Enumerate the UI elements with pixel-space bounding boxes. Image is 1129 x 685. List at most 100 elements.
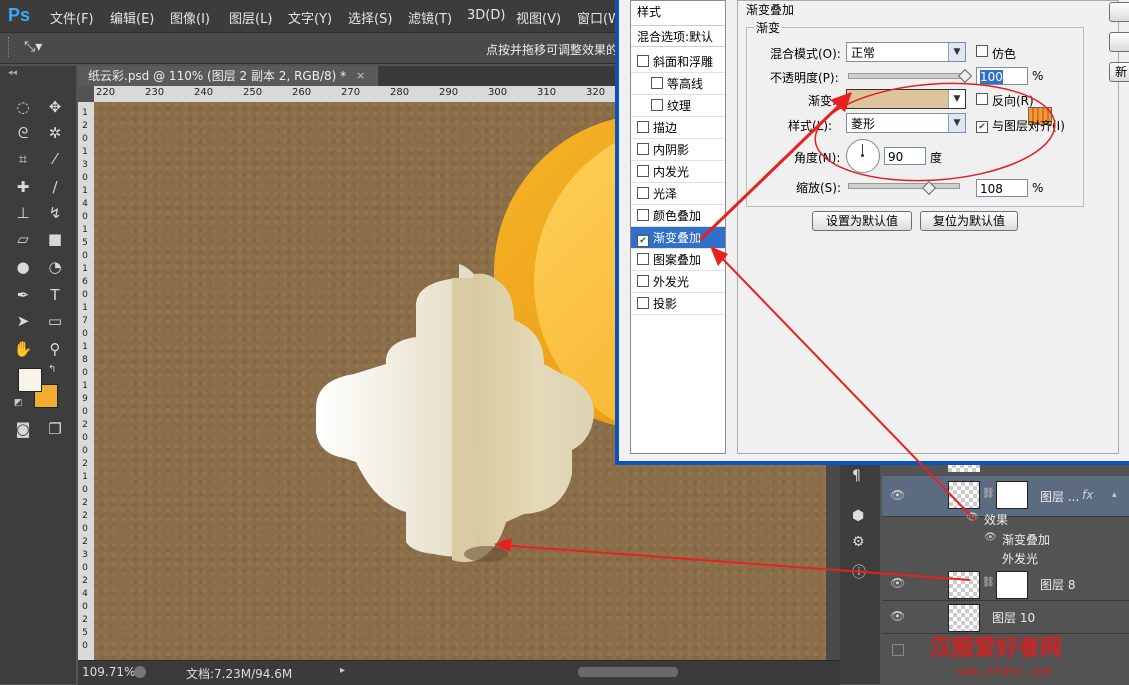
style-item[interactable]: 内发光 [631,161,725,183]
checkbox-icon[interactable] [651,99,663,111]
checkbox-icon[interactable] [637,55,649,67]
new-style-button[interactable]: 新 [1109,62,1129,82]
move-tool-icon[interactable]: ✥ [44,96,66,118]
paragraph-icon[interactable]: ¶ [852,468,861,484]
checkbox-icon[interactable] [637,209,649,221]
layer-row[interactable]: 👁 ⛓ 图层 8 [882,568,1129,601]
3d-cube-icon[interactable]: ⬢ [852,508,864,524]
angle-input[interactable]: 90 [884,147,926,165]
checkbox-icon[interactable] [637,253,649,265]
lasso-tool-icon[interactable]: ᘓ [12,122,34,144]
checkbox-icon[interactable] [637,165,649,177]
menu-filter[interactable]: 滤镜(T) [408,8,452,27]
info-panel-icon[interactable]: ⓘ [852,562,866,582]
link-icon[interactable]: ⛓ [982,488,995,499]
style-item[interactable]: ✔ 渐变叠加 [631,227,725,249]
visibility-eye-icon[interactable]: 👁 [890,576,905,590]
screen-mode-icon[interactable]: ❐ [44,418,66,440]
menu-3d[interactable]: 3D(D) [467,8,505,23]
gradient-picker[interactable]: ▼ [846,89,966,109]
effect-gradient-overlay[interactable]: 渐变叠加 [1002,531,1050,548]
horizontal-scrollbar-thumb[interactable] [578,667,678,677]
effect-eye-icon[interactable]: 👁 [984,532,997,543]
reset-default-button[interactable]: 复位为默认值 [920,211,1018,231]
styles-header[interactable]: 样式 [631,1,725,23]
3d-settings-icon[interactable]: ⚙ [852,534,865,550]
style-item[interactable]: 纹理 [631,95,725,117]
style-item[interactable]: 斜面和浮雕 [631,51,725,73]
zoom-tool-icon[interactable]: ⚲ [44,338,66,360]
close-icon[interactable]: × [356,66,368,86]
eyedropper-icon[interactable]: ⁄ [44,148,66,170]
visibility-toggle[interactable] [892,644,904,656]
magic-wand-icon[interactable]: ✲ [44,122,66,144]
checkbox-icon[interactable] [651,77,663,89]
effect-outer-glow[interactable]: 外发光 [1002,550,1038,567]
menu-file[interactable]: 文件(F) [50,8,94,27]
align-with-layer-checkbox[interactable]: ✔ [976,117,992,133]
document-tab[interactable]: 纸云彩.psd @ 110% (图层 2 副本 2, RGB/8) * [78,66,378,86]
status-menu-arrow-icon[interactable]: ▸ [340,665,345,676]
menu-select[interactable]: 选择(S) [348,8,392,27]
set-default-button[interactable]: 设置为默认值 [812,211,912,231]
checkbox-icon[interactable] [637,121,649,133]
style-item[interactable]: 外发光 [631,271,725,293]
scale-input[interactable]: 108 [976,179,1028,197]
menu-image[interactable]: 图像(I) [170,8,210,27]
style-item[interactable]: 投影 [631,293,725,315]
checkbox-icon[interactable] [637,297,649,309]
blend-options-item[interactable]: 混合选项:默认 [631,25,725,47]
angle-dial[interactable] [846,139,880,173]
path-select-icon[interactable]: ➤ [12,310,34,332]
type-tool-icon[interactable]: T [44,284,66,306]
menu-layer[interactable]: 图层(L) [229,8,272,27]
healing-brush-icon[interactable]: ✚ [12,176,34,198]
zoom-level[interactable]: 109.71% [82,665,135,679]
blend-mode-select[interactable]: 正常 ▼ [846,42,966,62]
default-colors-icon[interactable]: ◩ [14,398,23,408]
fx-icon[interactable]: fx [1082,488,1093,502]
checkbox-icon[interactable] [637,143,649,155]
chevron-up-icon[interactable]: ▴ [1112,490,1117,500]
collapse-icon[interactable]: ◂◂ [8,68,17,78]
style-item[interactable]: 内阴影 [631,139,725,161]
hand-tool-icon[interactable]: ✋ [12,338,34,360]
opacity-input[interactable]: 100 [976,67,1028,85]
menu-edit[interactable]: 编辑(E) [110,8,154,27]
style-item[interactable]: 颜色叠加 [631,205,725,227]
ok-button[interactable] [1109,2,1129,22]
reverse-checkbox[interactable] [976,93,992,107]
pen-tool-icon[interactable]: ✒ [12,284,34,306]
info-icon[interactable] [134,666,146,678]
dither-checkbox[interactable] [976,45,992,59]
scale-slider[interactable] [848,183,960,189]
shape-tool-icon[interactable]: ▭ [44,310,66,332]
quick-mask-icon[interactable]: ◙ [12,418,34,440]
swap-colors-icon[interactable]: ↰ [48,364,56,375]
foreground-color-swatch[interactable] [18,368,42,392]
opacity-slider[interactable] [848,73,966,79]
menu-type[interactable]: 文字(Y) [288,8,332,27]
dodge-tool-icon[interactable]: ◔ [44,256,66,278]
eraser-tool-icon[interactable]: ▱ [12,228,34,250]
history-brush-icon[interactable]: ↯ [44,202,66,224]
effects-eye-icon[interactable]: 👁 [966,512,979,523]
checkbox-checked-icon[interactable]: ✔ [637,235,649,247]
menu-view[interactable]: 视图(V) [516,8,561,27]
link-icon[interactable]: ⛓ [982,577,995,588]
gradient-tool-icon[interactable]: ■ [44,228,66,250]
stamp-tool-icon[interactable]: ⊥ [12,202,34,224]
cancel-button[interactable] [1109,32,1129,52]
brush-tool-icon[interactable]: ∕ [44,176,66,198]
visibility-eye-icon[interactable]: 👁 [890,488,905,502]
blur-tool-icon[interactable]: ● [12,256,34,278]
style-item[interactable]: 等高线 [631,73,725,95]
style-item[interactable]: 图案叠加 [631,249,725,271]
move-tool-icon[interactable]: ⤡▾ [24,39,42,55]
style-select[interactable]: 菱形 ▼ [846,113,966,133]
checkbox-icon[interactable] [637,275,649,287]
style-item[interactable]: 光泽 [631,183,725,205]
marquee-tool-icon[interactable]: ◌ [12,96,34,118]
crop-tool-icon[interactable]: ⌗ [12,148,34,170]
visibility-eye-icon[interactable]: 👁 [890,609,905,623]
